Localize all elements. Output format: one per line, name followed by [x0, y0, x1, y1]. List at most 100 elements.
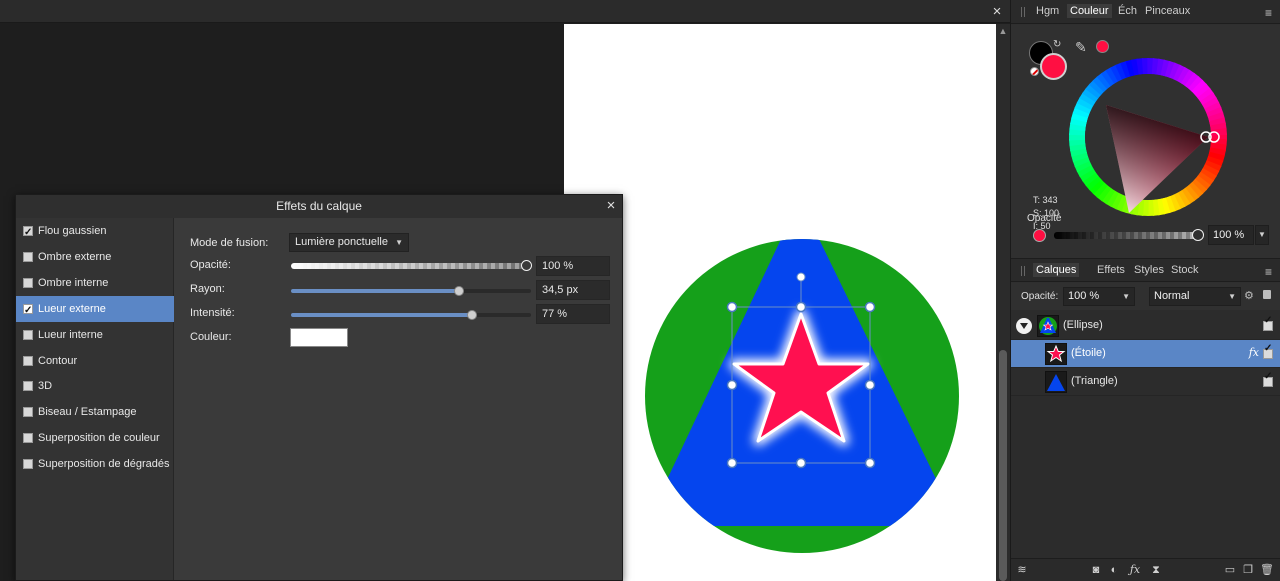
- blend-mode-value: Lumière ponctuelle: [295, 236, 388, 248]
- intensity-slider[interactable]: [291, 310, 531, 320]
- effect-label: 3D: [38, 380, 53, 393]
- fx-icon[interactable]: fx: [1249, 346, 1259, 359]
- color-panel-tabs: Hgm Couleur Éch Pinceaux ≡: [1011, 0, 1280, 24]
- effect-checkbox[interactable]: [23, 329, 33, 340]
- effect-checkbox[interactable]: [23, 407, 33, 418]
- resize-handle[interactable]: [726, 457, 738, 469]
- panel-grip-icon[interactable]: [1021, 7, 1025, 17]
- tab-couleur[interactable]: Couleur: [1067, 4, 1112, 18]
- tab-hgm[interactable]: Hgm: [1033, 4, 1062, 18]
- hourglass-icon[interactable]: ⧗: [1149, 563, 1163, 577]
- effect-checkbox[interactable]: [23, 355, 33, 366]
- intensity-field[interactable]: 77 %: [536, 304, 610, 324]
- trash-icon[interactable]: 🗑: [1260, 563, 1274, 577]
- opacity-slider-knob[interactable]: [521, 260, 532, 271]
- resize-handle[interactable]: [795, 457, 807, 469]
- color-opacity-field[interactable]: 100 %: [1208, 225, 1254, 245]
- effect-item[interactable]: 3D: [16, 373, 174, 399]
- blend-mode-select[interactable]: Lumière ponctuelle ▼: [289, 233, 409, 252]
- effect-checkbox[interactable]: [23, 381, 33, 392]
- effect-item[interactable]: Superposition de couleur: [16, 425, 174, 451]
- effect-item[interactable]: Biseau / Estampage: [16, 399, 174, 425]
- dialog-title[interactable]: Effets du calque: [16, 195, 622, 218]
- tab-effets[interactable]: Effets: [1094, 263, 1128, 277]
- lock-icon[interactable]: [1263, 290, 1271, 299]
- radius-slider-knob[interactable]: [454, 286, 464, 296]
- gear-icon[interactable]: ⚙: [1244, 289, 1254, 302]
- dialog-close-button[interactable]: ×: [602, 197, 620, 215]
- panel-menu-icon[interactable]: ≡: [1265, 265, 1272, 279]
- intensity-slider-knob[interactable]: [467, 310, 477, 320]
- color-opacity-knob[interactable]: [1192, 229, 1204, 241]
- effect-item[interactable]: Ombre externe: [16, 244, 174, 270]
- radius-field[interactable]: 34,5 px: [536, 280, 610, 300]
- layer-row-etoile[interactable]: (Étoile) fx: [1011, 340, 1280, 368]
- color-wheel[interactable]: [1069, 58, 1227, 216]
- resize-handle[interactable]: [864, 379, 876, 391]
- close-document-button[interactable]: ×: [988, 3, 1006, 20]
- effect-item[interactable]: Ombre interne: [16, 270, 174, 296]
- effect-item[interactable]: Contour: [16, 348, 174, 374]
- chevron-down-icon: ▼: [1228, 292, 1236, 301]
- effect-checkbox[interactable]: [23, 251, 33, 262]
- effect-checkbox[interactable]: [23, 298, 33, 324]
- fx-icon[interactable]: ƒx: [1128, 563, 1142, 577]
- layers-panel-tabs: Calques Effets Styles Stock ≡: [1011, 258, 1280, 282]
- layer-row-ellipse[interactable]: (Ellipse): [1011, 312, 1280, 340]
- scroll-up-arrow-icon[interactable]: ▲: [996, 26, 1010, 38]
- effect-checkbox[interactable]: [23, 277, 33, 288]
- effect-checkbox[interactable]: [23, 459, 33, 470]
- swap-colors-icon[interactable]: ↻: [1053, 39, 1061, 50]
- effect-label: Lueur externe: [38, 302, 106, 315]
- layer-opacity-value: 100 %: [1068, 290, 1100, 302]
- resize-handle[interactable]: [864, 457, 876, 469]
- effect-checkbox[interactable]: [23, 220, 33, 246]
- layer-row-triangle[interactable]: (Triangle): [1011, 368, 1280, 396]
- expand-layer-icon[interactable]: [1016, 318, 1032, 334]
- layers-stack-icon[interactable]: ≋: [1015, 563, 1029, 577]
- fill-color-well[interactable]: [1040, 53, 1067, 80]
- effect-label: Ombre interne: [38, 276, 109, 289]
- tab-stock[interactable]: Stock: [1168, 263, 1202, 277]
- layer-visibility-checkbox[interactable]: [1263, 315, 1273, 331]
- artwork-canvas[interactable]: [564, 24, 996, 581]
- effect-item[interactable]: Lueur externe: [16, 295, 174, 324]
- scrollbar-thumb[interactable]: [999, 350, 1007, 581]
- tab-styles[interactable]: Styles: [1131, 263, 1167, 277]
- resize-handle[interactable]: [726, 379, 738, 391]
- resize-handle[interactable]: [726, 301, 738, 313]
- color-opacity-slider[interactable]: [1054, 232, 1202, 239]
- adjustment-icon[interactable]: ◐: [1107, 563, 1121, 577]
- effect-item[interactable]: Lueur interne: [16, 322, 174, 348]
- resize-handle[interactable]: [795, 301, 807, 313]
- rotate-handle[interactable]: [796, 272, 806, 282]
- effect-item[interactable]: Superposition de dégradés: [16, 451, 174, 477]
- effect-label: Superposition de dégradés: [38, 458, 170, 471]
- panel-grip-icon[interactable]: [1021, 266, 1025, 276]
- panel-menu-icon[interactable]: ≡: [1265, 6, 1272, 20]
- picked-color-dot[interactable]: [1096, 40, 1109, 53]
- eyedropper-icon[interactable]: ✎: [1075, 39, 1087, 56]
- opacity-field[interactable]: 100 %: [536, 256, 610, 276]
- layer-visibility-checkbox[interactable]: [1263, 343, 1273, 359]
- no-color-icon[interactable]: [1030, 67, 1039, 76]
- effect-item[interactable]: Flou gaussien: [16, 218, 174, 246]
- layer-opacity-select[interactable]: 100 % ▼: [1063, 287, 1135, 306]
- glow-color-swatch[interactable]: [290, 328, 348, 347]
- tab-pinceaux[interactable]: Pinceaux: [1142, 4, 1193, 18]
- radius-slider[interactable]: [291, 286, 531, 296]
- effect-checkbox[interactable]: [23, 433, 33, 444]
- tab-ech[interactable]: Éch: [1115, 4, 1140, 18]
- add-layer-icon[interactable]: ❐: [1241, 563, 1255, 577]
- folder-icon[interactable]: ▭: [1223, 563, 1237, 577]
- resize-handle[interactable]: [864, 301, 876, 313]
- layer-name: (Ellipse): [1063, 319, 1103, 331]
- tab-calques[interactable]: Calques: [1033, 263, 1080, 277]
- mask-layer-icon[interactable]: ◙: [1089, 563, 1103, 577]
- opacity-slider[interactable]: [291, 260, 532, 271]
- opacity-label: Opacité:: [190, 259, 231, 271]
- chevron-down-icon[interactable]: ▼: [1255, 225, 1269, 245]
- layer-visibility-checkbox[interactable]: [1263, 371, 1273, 387]
- layer-blend-select[interactable]: Normal ▼: [1149, 287, 1241, 306]
- opacity-color-dot[interactable]: [1033, 229, 1046, 242]
